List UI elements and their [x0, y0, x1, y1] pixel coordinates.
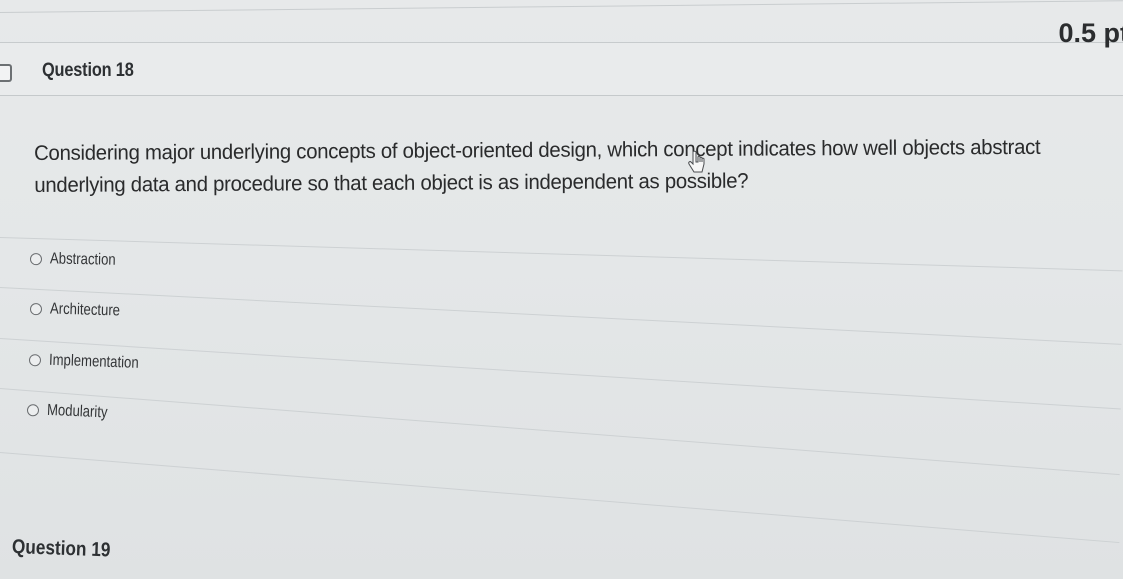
question-header [0, 42, 1123, 96]
answer-label: Implementation [48, 351, 139, 372]
question-bottom-divider [0, 452, 1120, 544]
radio-button[interactable] [26, 404, 40, 417]
next-question-title: Question 19 [11, 536, 111, 562]
answer-divider [0, 338, 1121, 410]
answer-label: Modularity [46, 401, 108, 422]
quiz-page: Question 18 0.5 pt Considering major und… [0, 0, 1123, 579]
radio-button[interactable] [29, 253, 43, 266]
question-points: 0.5 pt [1058, 18, 1123, 48]
hand-cursor-icon [688, 150, 705, 173]
answer-divider [0, 287, 1122, 345]
question-text-line-2: underlying data and procedure so that ea… [34, 169, 749, 197]
answers-top-divider [0, 237, 1123, 272]
answer-option[interactable]: Implementation [28, 351, 159, 374]
question-text: Considering major underlying concepts of… [34, 131, 1114, 202]
answer-option[interactable]: Modularity [26, 401, 121, 423]
question-title: Question 18 [42, 60, 134, 81]
radio-button[interactable] [28, 354, 42, 367]
answer-option[interactable]: Architecture [29, 300, 136, 321]
answer-divider [0, 388, 1120, 476]
answer-label: Abstraction [49, 250, 116, 269]
answer-option[interactable]: Abstraction [29, 250, 130, 270]
radio-button[interactable] [29, 303, 43, 316]
flag-icon[interactable] [0, 64, 12, 82]
answer-label: Architecture [49, 300, 121, 320]
top-divider [0, 0, 1123, 13]
